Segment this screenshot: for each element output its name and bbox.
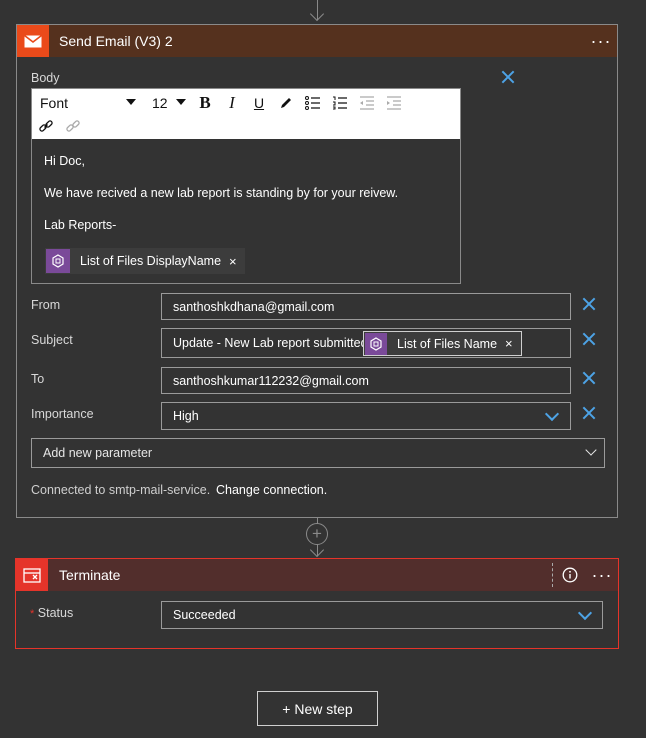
send-email-title: Send Email (V3) 2: [59, 33, 173, 49]
connection-status: Connected to smtp-mail-service.: [31, 483, 211, 497]
decrease-indent-icon[interactable]: [356, 93, 378, 113]
status-label: Status: [37, 606, 74, 620]
remove-to-close-icon[interactable]: [581, 370, 597, 386]
send-email-header[interactable]: Send Email (V3) 2 ···: [17, 25, 617, 57]
editor-toolbar: Font 12 B I U: [32, 89, 460, 139]
insert-step-plus-icon[interactable]: +: [306, 523, 328, 545]
font-dropdown[interactable]: Font: [38, 94, 146, 112]
bold-icon[interactable]: B: [194, 93, 216, 113]
terminate-card: Terminate ··· * Status Succeeded: [15, 558, 619, 649]
increase-indent-icon[interactable]: [383, 93, 405, 113]
send-email-card: Send Email (V3) 2 ··· Body Font 12 B I U: [16, 24, 618, 518]
link-icon[interactable]: [35, 116, 57, 136]
terminate-more-menu-icon[interactable]: ···: [586, 559, 618, 591]
terminate-title: Terminate: [59, 567, 121, 583]
new-step-button[interactable]: + New step: [257, 691, 378, 726]
header-divider: [552, 563, 553, 587]
remove-body-close-icon[interactable]: [500, 69, 516, 85]
subject-text: Update - New Lab report submitted: [173, 336, 368, 350]
body-label: Body: [31, 71, 60, 85]
numbered-list-icon[interactable]: [329, 93, 351, 113]
subject-dynamic-token[interactable]: List of Files Name ×: [363, 331, 522, 356]
info-icon[interactable]: [554, 559, 586, 591]
color-pen-icon[interactable]: [275, 93, 297, 113]
italic-icon[interactable]: I: [221, 93, 243, 113]
add-new-parameter-label: Add new parameter: [43, 446, 153, 460]
importance-dropdown[interactable]: High: [161, 402, 571, 430]
change-connection-link[interactable]: Change connection.: [216, 483, 327, 497]
status-value: Succeeded: [173, 608, 236, 622]
from-label: From: [31, 298, 61, 312]
chevron-down-icon: [126, 99, 136, 105]
font-size-label: 12: [152, 95, 168, 111]
send-email-more-menu-icon[interactable]: ···: [585, 25, 617, 57]
remove-importance-close-icon[interactable]: [581, 405, 597, 421]
body-token-label: List of Files DisplayName: [80, 254, 222, 268]
status-label-wrapper: * Status: [30, 606, 73, 620]
font-dropdown-label: Font: [40, 95, 69, 111]
body-dynamic-token[interactable]: List of Files DisplayName ×: [45, 248, 245, 274]
remove-token-close-icon[interactable]: ×: [229, 254, 245, 269]
importance-value: High: [173, 409, 199, 423]
underline-icon[interactable]: U: [248, 93, 270, 113]
font-size-dropdown[interactable]: 12: [152, 94, 192, 112]
chevron-down-icon: [585, 444, 597, 456]
remove-subject-close-icon[interactable]: [581, 331, 597, 347]
remove-from-close-icon[interactable]: [581, 296, 597, 312]
bulleted-list-icon[interactable]: [302, 93, 324, 113]
top-connector-arrow: [309, 6, 325, 22]
subject-label: Subject: [31, 333, 73, 347]
required-asterisk: *: [30, 608, 35, 620]
body-line-greeting: Hi Doc,: [44, 154, 85, 168]
to-label: To: [31, 372, 45, 386]
unlink-icon[interactable]: [62, 116, 84, 136]
chevron-down-icon: [544, 406, 560, 422]
chevron-down-icon: [577, 605, 593, 621]
dynamic-content-icon: [365, 332, 387, 355]
add-new-parameter-dropdown[interactable]: Add new parameter: [31, 438, 605, 468]
email-icon: [17, 25, 49, 57]
remove-token-close-icon[interactable]: ×: [505, 336, 521, 351]
dynamic-content-icon: [46, 249, 70, 273]
body-line-message: We have recived a new lab report is stan…: [44, 186, 399, 200]
body-line-lab-reports: Lab Reports-: [44, 218, 117, 232]
from-field[interactable]: santhoshkdhana@gmail.com: [161, 293, 571, 320]
to-field[interactable]: santhoshkumar112232@gmail.com: [161, 367, 571, 394]
middle-connector-arrow: [309, 542, 325, 558]
terminate-header[interactable]: Terminate ···: [16, 559, 618, 591]
terminate-icon: [16, 559, 48, 591]
chevron-down-icon: [176, 99, 186, 105]
subject-token-label: List of Files Name: [397, 336, 498, 351]
subject-field[interactable]: Update - New Lab report submitted List o…: [161, 328, 571, 358]
importance-label: Importance: [31, 407, 94, 421]
body-rich-text-editor[interactable]: Font 12 B I U Hi Doc, We have recived a …: [31, 88, 461, 284]
status-dropdown[interactable]: Succeeded: [161, 601, 603, 629]
